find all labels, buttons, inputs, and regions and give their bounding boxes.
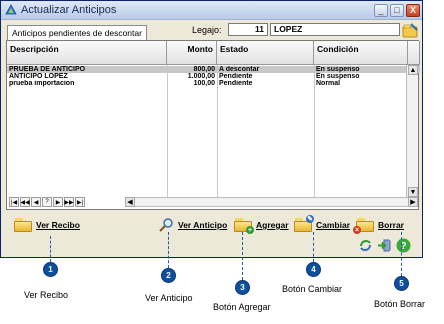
cell-monto: 100,00 [193, 80, 215, 87]
borrar-button[interactable]: × Borrar [353, 215, 404, 235]
callout-caption-1: Ver Recibo [24, 290, 69, 300]
cell-monto: 1.000,00 [187, 73, 215, 80]
callout-caption-2: Ver Anticipo [145, 293, 193, 303]
window-title: Actualizar Anticipos [21, 4, 117, 16]
record-navigator: |◀ ◀◀ ◀ ? ▶ ▶▶ ▶| [9, 197, 86, 208]
col-monto-header[interactable]: Monto [167, 41, 217, 64]
legajo-name-field[interactable]: LOPEZ [270, 23, 400, 36]
ver-anticipo-label: Ver Anticipo [178, 220, 228, 230]
callout-line [168, 232, 169, 268]
ver-recibo-button[interactable]: Ver Recibo [14, 215, 80, 235]
footer-icons: ? [358, 238, 411, 253]
exit-icon[interactable] [377, 238, 392, 253]
vertical-scrollbar[interactable]: ▲ ▼ [406, 65, 418, 197]
col-extra-header [408, 41, 420, 64]
callout-caption-4: Botón Cambiar [282, 284, 343, 294]
col-condicion-header[interactable]: Condición [314, 41, 408, 64]
help-icon[interactable]: ? [396, 238, 411, 253]
cell-descripcion: PRUEBA DE ANTICIPO [9, 66, 86, 73]
scroll-right-icon[interactable]: ▶ [408, 197, 418, 207]
minimize-button[interactable]: _ [374, 3, 388, 17]
table-row[interactable]: prueba importacion 100,00 Pendiente Norm… [7, 80, 420, 87]
callout-badge-2: 2 [161, 268, 176, 283]
cell-descripcion: prueba importacion [9, 80, 75, 87]
scroll-left-icon[interactable]: ◀ [125, 197, 135, 207]
folder-icon [14, 218, 32, 232]
grid-rows: PRUEBA DE ANTICIPO 800,00 A descontar En… [7, 66, 420, 87]
grid-header: Descripción Monto Estado Condición [7, 41, 420, 65]
callout-line [313, 232, 314, 262]
magnifier-icon [159, 218, 173, 232]
search-folder-icon[interactable] [402, 22, 419, 39]
callout-caption-5: Botón Borrar [374, 299, 426, 309]
agregar-label: Agregar [256, 220, 289, 230]
table-row[interactable]: ANTICIPO LOPEZ 1.000,00 Pendiente En sus… [7, 73, 420, 80]
cell-estado: Pendiente [219, 73, 253, 80]
cambiar-label: Cambiar [316, 220, 351, 230]
horizontal-scrollbar[interactable]: ◀ ▶ [125, 197, 418, 207]
cell-condicion: En suspenso [316, 73, 360, 80]
scroll-down-icon[interactable]: ▼ [408, 187, 418, 197]
delete-folder-icon: × [353, 218, 374, 234]
app-icon [5, 4, 17, 15]
col-estado-header[interactable]: Estado [217, 41, 314, 64]
borrar-label: Borrar [378, 220, 404, 230]
callout-line [50, 236, 51, 262]
cambiar-button[interactable]: ✎ Cambiar [294, 215, 350, 235]
cell-condicion: Normal [316, 80, 341, 87]
cell-condicion: En suspenso [316, 66, 360, 73]
edit-folder-icon: ✎ [294, 215, 314, 232]
cell-estado: A descontar [219, 66, 260, 73]
callout-line [401, 232, 402, 276]
title-bar: Actualizar Anticipos _ □ X [1, 1, 422, 20]
anticipos-grid: Descripción Monto Estado Condición PRUEB… [6, 40, 420, 210]
add-folder-icon: + [234, 218, 254, 234]
callout-badge-3: 3 [235, 280, 250, 295]
nav-prev-button[interactable]: ◀ [31, 197, 41, 207]
nav-next-button[interactable]: ▶ [53, 197, 63, 207]
cell-monto: 800,00 [193, 66, 215, 73]
nav-prev-page-button[interactable]: ◀◀ [20, 197, 30, 207]
callout-line [242, 232, 243, 280]
refresh-icon[interactable] [358, 238, 373, 253]
cell-estado: Pendiente [219, 80, 253, 87]
table-row[interactable]: PRUEBA DE ANTICIPO 800,00 A descontar En… [7, 66, 420, 73]
callout-badge-5: 5 [394, 276, 409, 291]
ver-recibo-label: Ver Recibo [36, 220, 80, 230]
tab-anticipos-pendientes[interactable]: Anticipos pendientes de descontar [7, 25, 147, 40]
nav-first-button[interactable]: |◀ [9, 197, 19, 207]
close-button[interactable]: X [406, 3, 420, 17]
callout-badge-1: 1 [43, 262, 58, 277]
callout-caption-3: Botón Agregar [213, 302, 271, 312]
col-descripcion-header[interactable]: Descripción [7, 41, 167, 64]
maximize-button[interactable]: □ [390, 3, 404, 17]
nav-next-page-button[interactable]: ▶▶ [64, 197, 74, 207]
legajo-number-field[interactable]: 11 [228, 23, 268, 36]
callout-badge-4: 4 [306, 262, 321, 277]
scroll-up-icon[interactable]: ▲ [408, 65, 418, 75]
nav-search-button[interactable]: ? [42, 197, 52, 207]
cell-descripcion: ANTICIPO LOPEZ [9, 73, 68, 80]
legajo-label: Legajo: [192, 25, 222, 35]
nav-last-button[interactable]: ▶| [75, 197, 85, 207]
